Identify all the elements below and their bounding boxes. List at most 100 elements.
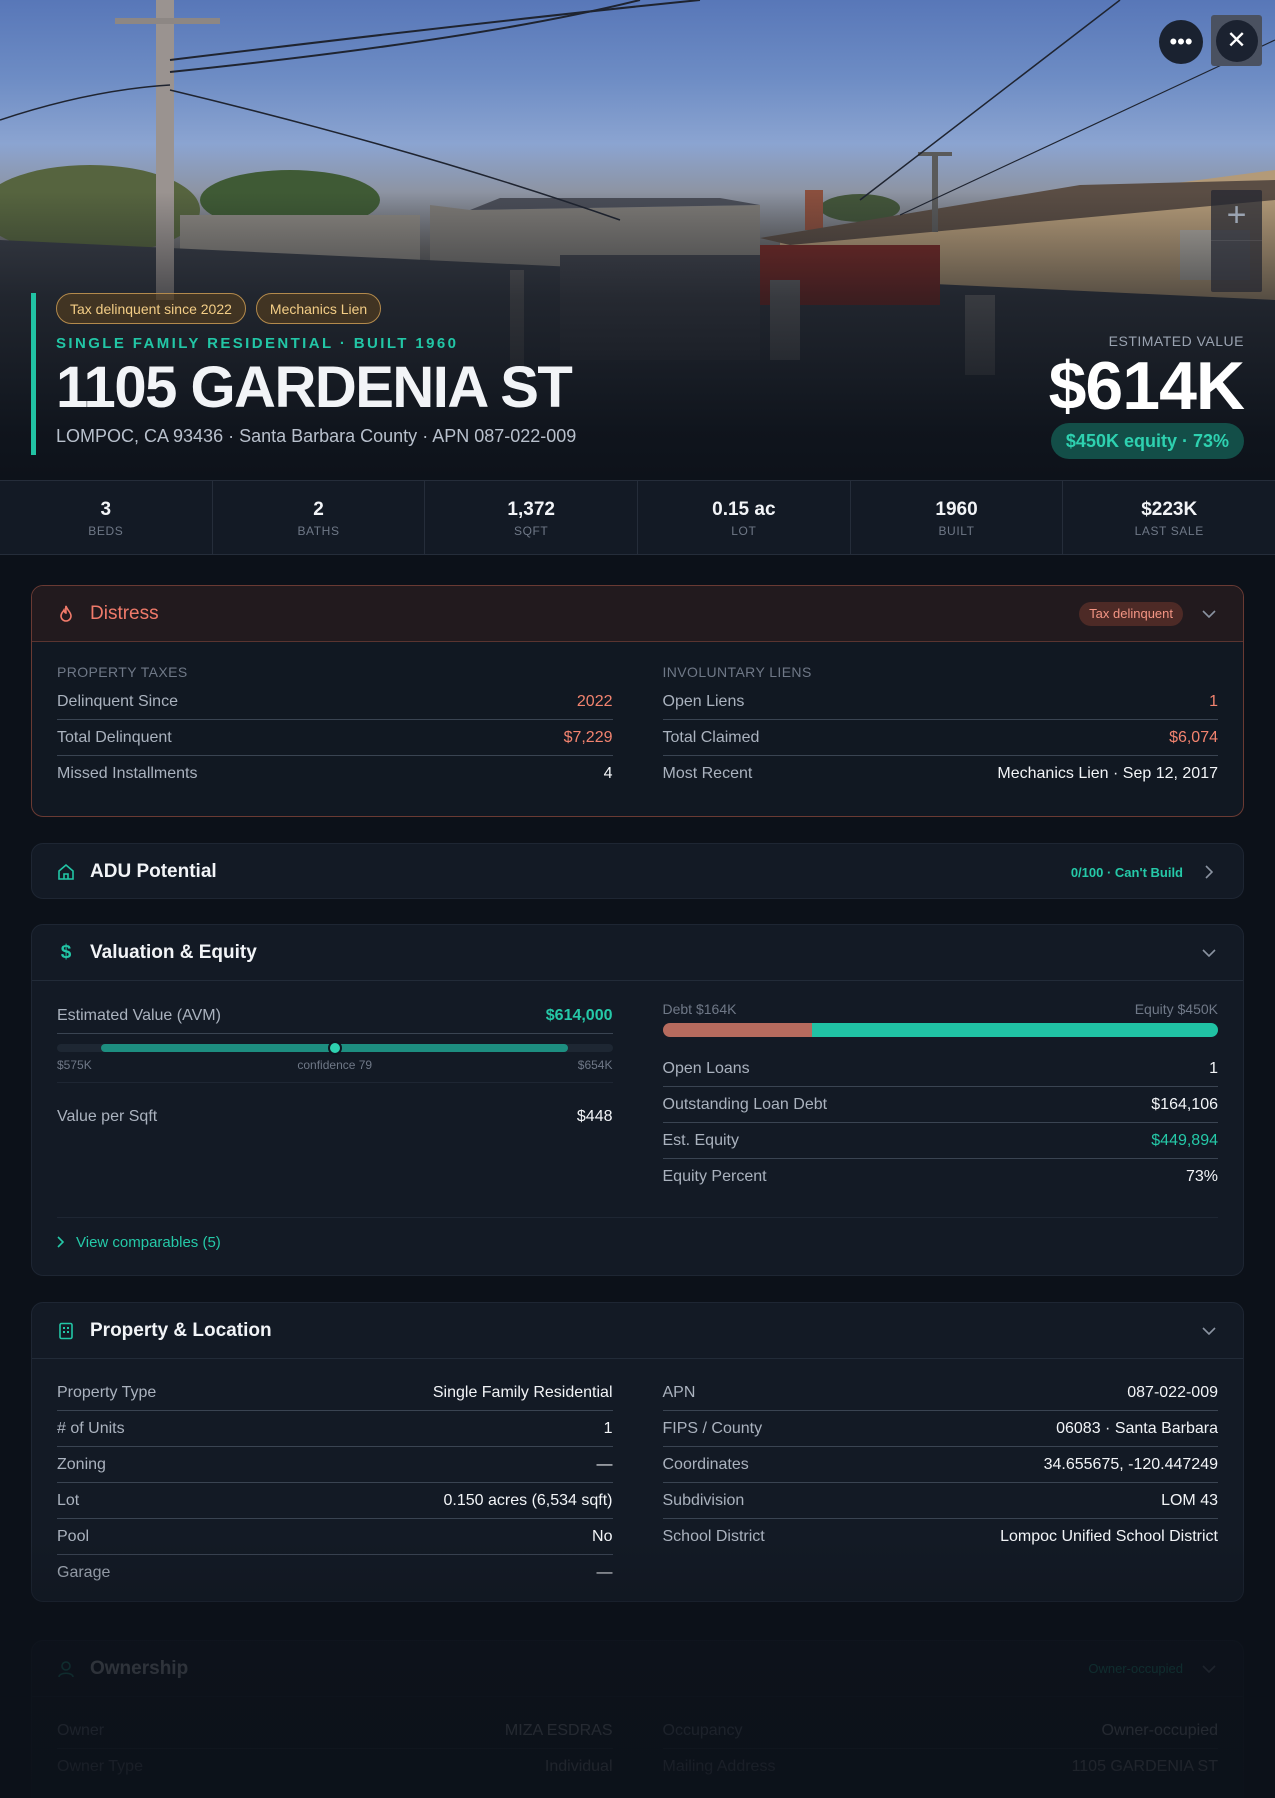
ownership-header[interactable]: Ownership Owner-occupied [32,1641,1243,1697]
adu-title: ADU Potential [90,861,217,882]
row-key: Outstanding Loan Debt [662,1095,828,1113]
detail-row: Missed Installments 4 [57,756,613,792]
chevron-down-icon[interactable] [1199,604,1219,624]
stat-label: BATHS [297,524,340,538]
stat-beds: 3 BEDS [0,481,213,554]
stat-label: LAST SALE [1134,524,1204,538]
detail-row: Occupancy Owner-occupied [662,1713,1218,1749]
row-key: Total Delinquent [57,728,172,746]
view-comparables-link[interactable]: View comparables (5) [57,1217,1218,1251]
tag-mechanics-lien: Mechanics Lien [255,293,382,324]
estimated-value-block: ESTIMATED VALUE $614K $450K equity · 73% [1048,333,1245,459]
detail-row: Lot 0.150 acres (6,534 sqft) [57,1483,613,1519]
row-key: Mailing Address [662,1758,776,1775]
valuation-title: Valuation & Equity [90,941,257,963]
row-value: 0.150 acres (6,534 sqft) [443,1491,613,1509]
avm-label: Estimated Value (AVM) [57,1007,221,1024]
row-value: Single Family Residential [432,1383,613,1401]
row-value: 2022 [576,692,613,710]
more-icon: ••• [1169,29,1193,54]
row-value: LOM 43 [1161,1491,1218,1509]
detail-row: Owner MIZA ESDRAS [57,1713,613,1749]
section-label: INVOLUNTARY LIENS [662,664,812,680]
row-value: 1 [1209,1059,1218,1077]
distress-card: Distress Tax delinquent PROPERTY TAXES D… [31,585,1244,817]
stat-built: 1960 BUILT [851,481,1064,554]
property-subtype: SINGLE FAMILY RESIDENTIAL · BUILT 1960 [56,335,459,352]
row-value: Lompoc Unified School District [1000,1528,1218,1545]
detail-row: Open Liens 1 [662,684,1218,720]
property-header: Tax delinquent since 2022 Mechanics Lien… [31,293,671,455]
avm-value: $614,000 [545,1007,613,1024]
avm-high: $654K [577,1058,613,1072]
avm-confidence: confidence 79 [297,1058,373,1072]
adu-potential-card[interactable]: ADU Potential 0/100 · Can't Build [31,843,1244,899]
stat-value: $223K [1141,499,1198,520]
stat-label: LOT [731,524,757,538]
avm-section: Estimated Value (AVM) $614,000 $575K con… [57,981,613,1195]
row-key: Lot [57,1491,80,1509]
property-details-left: Property Type Single Family Residential #… [57,1375,613,1591]
property-location-card: Property & Location Property Type Single … [31,1302,1244,1602]
estimated-value: $614K [1048,348,1245,424]
row-key: Total Claimed [662,728,760,746]
row-value: $449,894 [1151,1131,1218,1149]
distress-badge: Tax delinquent [1079,601,1183,626]
avm-range-labels: $575K confidence 79 $654K [57,1058,613,1083]
chevron-right-icon [57,1235,65,1251]
ownership-right: Occupancy Owner-occupied Mailing Address 1… [662,1713,1219,1785]
detail-row: Delinquent Since 2022 [57,684,613,720]
row-value: Mechanics Lien · Sep 12, 2017 [997,765,1218,782]
chevron-down-icon[interactable] [1199,1321,1219,1341]
row-key: Est. Equity [662,1131,739,1149]
distress-header[interactable]: Distress Tax delinquent [32,586,1243,642]
debt-segment [662,1023,813,1037]
detail-row: # of Units 1 [57,1411,613,1447]
detail-row: Mailing Address 1105 GARDENIA ST [663,1749,1219,1785]
row-value: $7,229 [563,728,613,746]
close-icon: ✕ [1226,27,1247,54]
zoom-in-button[interactable]: + [1211,190,1262,241]
debt-equity-labels: Debt $164K Equity $450K [663,1001,1219,1017]
detail-row: FIPS / County 06083 · Santa Barbara [662,1411,1218,1447]
detail-row: Open Loans 1 [662,1051,1218,1087]
row-value: 34.655675, -120.447249 [1043,1455,1218,1473]
stat-label: SQFT [513,524,549,538]
row-key: Garage [57,1564,111,1581]
stats-bar: 3 BEDS 2 BATHS 1,372 SQFT 0.15 ac LOT 1960 BU… [0,480,1275,555]
adu-header[interactable]: ADU Potential 0/100 · Can't Build [32,844,1243,898]
section-label: PROPERTY TAXES [57,664,188,680]
building-icon [56,1321,76,1341]
avm-range-bar [57,1041,613,1055]
detail-row: Equity Percent 73% [663,1159,1219,1195]
detail-row: Owner Type Individual [57,1749,613,1785]
row-value: 1 [1209,692,1218,710]
zoom-control: + [1211,190,1262,292]
more-options-button[interactable]: ••• [1159,20,1203,64]
stat-label: BUILT [938,524,975,538]
property-location: LOMPOC, CA 93436 · Santa Barbara County … [56,426,577,446]
row-key: Pool [57,1527,90,1545]
chevron-down-icon[interactable] [1199,1659,1219,1679]
close-button[interactable]: ✕ [1215,19,1258,62]
detail-row: Garage — [57,1555,613,1591]
row-key: Property Type [57,1383,157,1401]
stat-sqft: 1,372 SQFT [425,481,639,554]
equity-badge: $450K equity · 73% [1050,423,1244,459]
flame-icon [56,604,76,624]
detail-row: Pool No [57,1519,613,1555]
detail-row: Zoning — [57,1447,613,1483]
chevron-right-icon[interactable] [1199,862,1219,882]
estimated-value-label: ESTIMATED VALUE [1108,333,1244,349]
chevron-down-icon[interactable] [1199,943,1219,963]
valuation-header[interactable]: $ Valuation & Equity [32,925,1243,981]
detail-row: APN 087-022-009 [662,1375,1218,1411]
row-value: — [596,1564,613,1581]
property-header-row[interactable]: Property & Location [32,1303,1243,1359]
street-view-hero: ••• ✕ + Tax delinquent since 2022 Mechan… [0,0,1275,480]
detail-row: Total Claimed $6,074 [662,720,1218,756]
zoom-out-button[interactable] [1211,241,1262,291]
avm-row: Estimated Value (AVM) $614,000 [57,1007,613,1034]
row-value: $164,106 [1151,1095,1218,1113]
row-key: Equity Percent [662,1168,767,1185]
